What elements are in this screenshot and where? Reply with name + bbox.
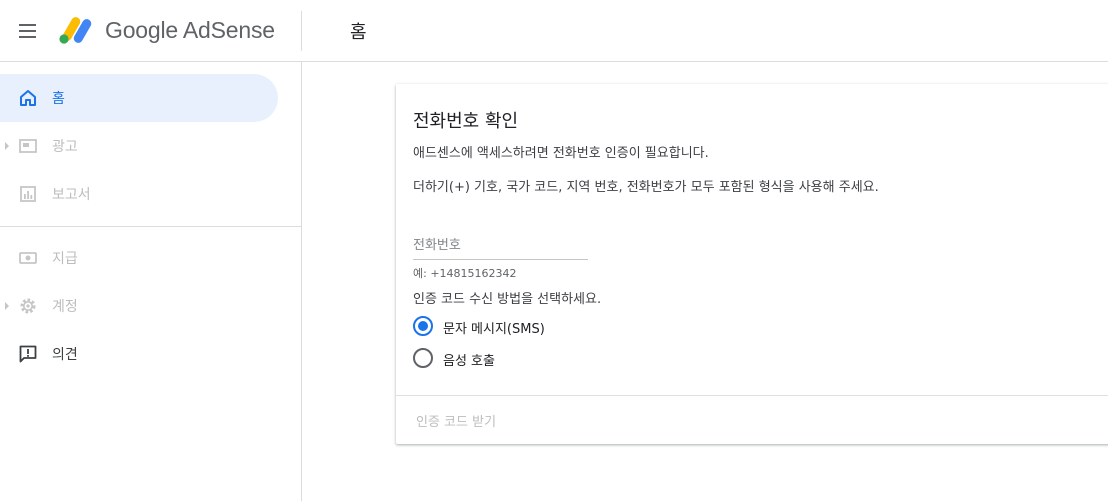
phone-number-input[interactable] (413, 232, 588, 260)
reports-icon (20, 186, 36, 202)
header-divider (301, 11, 302, 51)
expand-caret-icon (5, 302, 9, 310)
sms-option-label: 문자 메시지(SMS) (443, 322, 545, 337)
voice-call-option-label: 음성 호출 (443, 354, 495, 369)
payments-icon (19, 252, 37, 264)
verification-description: 애드센스에 액세스하려면 전화번호 인증이 필요합니다. (413, 146, 709, 161)
card-title: 전화번호 확인 (413, 111, 519, 132)
sidebar-item-label: 의견 (52, 347, 78, 363)
phone-example-hint: 예: +14815162342 (413, 267, 517, 280)
expand-caret-icon (5, 142, 9, 150)
adsense-logo-icon (59, 17, 92, 44)
sidebar-item-label: 광고 (52, 139, 78, 155)
get-verification-code-button[interactable]: 인증 코드 받기 (416, 411, 496, 430)
sidebar-item-reports[interactable]: 보고서 (0, 170, 278, 218)
side-navigation: 홈 광고 보고서 지급 계정 의견 (0, 62, 302, 501)
sidebar-item-label: 홈 (52, 91, 65, 107)
card-footer-divider (396, 395, 1108, 396)
feedback-icon (19, 345, 37, 363)
voice-call-option[interactable]: 음성 호출 (413, 346, 633, 370)
top-app-bar: Google AdSense 홈 (0, 0, 1108, 62)
sidebar-item-ads[interactable]: 광고 (0, 122, 278, 170)
sidebar-item-label: 보고서 (52, 187, 91, 203)
page-title: 홈 (350, 22, 367, 43)
gear-icon (20, 298, 36, 314)
sidebar-item-label: 계정 (52, 299, 78, 315)
format-instructions: 더하기(+) 기호, 국가 코드, 지역 번호, 전화번호가 모두 포함된 형식… (413, 180, 879, 195)
home-icon (20, 90, 36, 106)
product-name: Google AdSense (105, 17, 275, 43)
delivery-method-label: 인증 코드 수신 방법을 선택하세요. (413, 292, 602, 307)
main-menu-icon[interactable] (16, 19, 40, 43)
voice-call-radio[interactable] (413, 348, 433, 368)
sms-option[interactable]: 문자 메시지(SMS) (413, 314, 633, 338)
sidebar-item-payments[interactable]: 지급 (0, 234, 278, 282)
sidebar-item-label: 지급 (52, 251, 78, 267)
ads-icon (19, 139, 37, 153)
sms-radio[interactable] (413, 316, 433, 336)
sidebar-divider (0, 226, 301, 227)
sidebar-item-account[interactable]: 계정 (0, 282, 278, 330)
sidebar-item-feedback[interactable]: 의견 (0, 330, 278, 378)
phone-verification-card: 전화번호 확인 애드센스에 액세스하려면 전화번호 인증이 필요합니다. 더하기… (396, 84, 1108, 444)
sidebar-item-home[interactable]: 홈 (0, 74, 278, 122)
